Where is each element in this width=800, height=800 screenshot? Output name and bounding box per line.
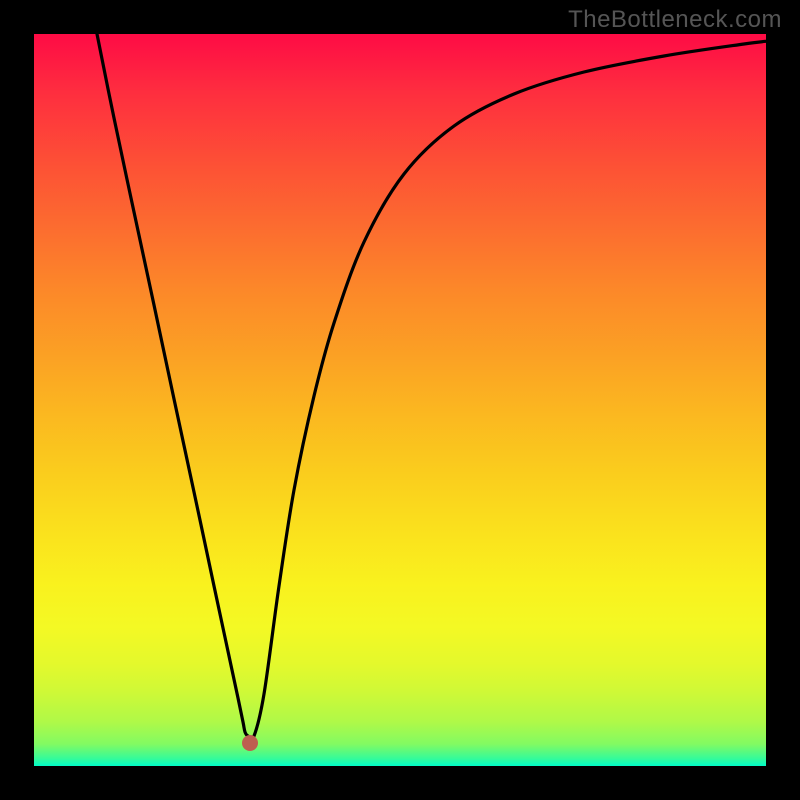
plot-area [34,34,766,766]
watermark-text: TheBottleneck.com [568,6,782,34]
marker-dot [242,735,258,751]
chart-svg [34,34,766,766]
bottleneck-curve [97,34,766,739]
